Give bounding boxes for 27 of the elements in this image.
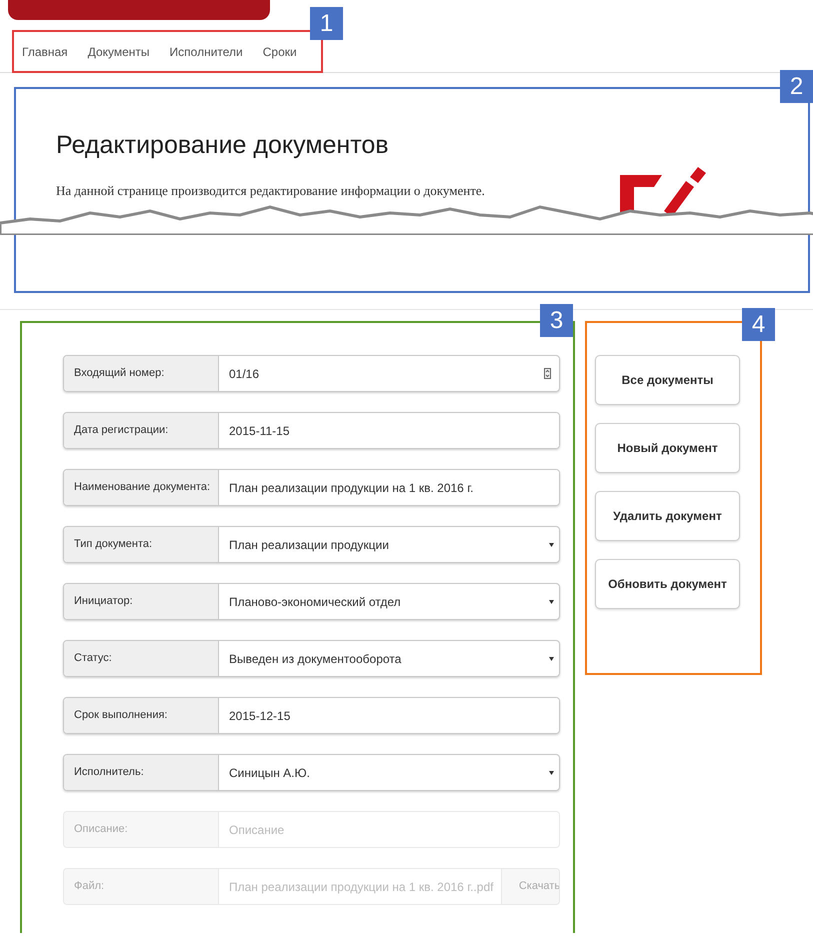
action-button[interactable]: Удалить документ <box>595 491 740 541</box>
select-field[interactable]: Инициатор: Планово-экономический отдел <box>63 583 560 620</box>
select-field[interactable]: Статус: Выведен из документооборота <box>63 640 560 677</box>
nav-link[interactable]: Документы <box>88 42 150 60</box>
select-field[interactable]: Исполнитель: Синицын А.Ю. <box>63 754 560 791</box>
action-button[interactable]: Все документы <box>595 355 740 405</box>
annotation-number: 2 <box>780 70 813 103</box>
caret-icon <box>549 656 554 660</box>
page-title: Редактирование документов <box>56 130 389 161</box>
annotation-number: 1 <box>310 7 343 40</box>
input-field[interactable]: Наименование документа: План реализации продукции на 1 кв. 2016 г. <box>63 469 560 506</box>
input-field[interactable]: Входящий номер: 01/16 <box>63 355 560 392</box>
caret-icon <box>549 600 554 604</box>
annotation-number: 4 <box>742 308 775 341</box>
input-field[interactable]: Дата регистрации: 2015-11-15 <box>63 412 560 449</box>
action-button[interactable]: Новый документ <box>595 423 740 473</box>
input-field[interactable]: Срок выполнения: 2015-12-15 <box>63 697 560 734</box>
action-button[interactable]: Обновить документ <box>595 559 740 609</box>
spinner-icon[interactable] <box>544 368 551 379</box>
nav-link[interactable]: Главная <box>22 42 68 60</box>
nav-link[interactable]: Исполнители <box>170 42 243 60</box>
nav-link[interactable]: Сроки <box>262 42 297 60</box>
page-description: На данной странице производится редактирование информации о документе. <box>56 182 485 200</box>
caret-icon <box>549 542 554 546</box>
select-field[interactable]: Тип документа: План реализации продукции <box>63 526 560 563</box>
annotation-number: 3 <box>540 304 573 337</box>
caret-icon <box>549 770 554 774</box>
